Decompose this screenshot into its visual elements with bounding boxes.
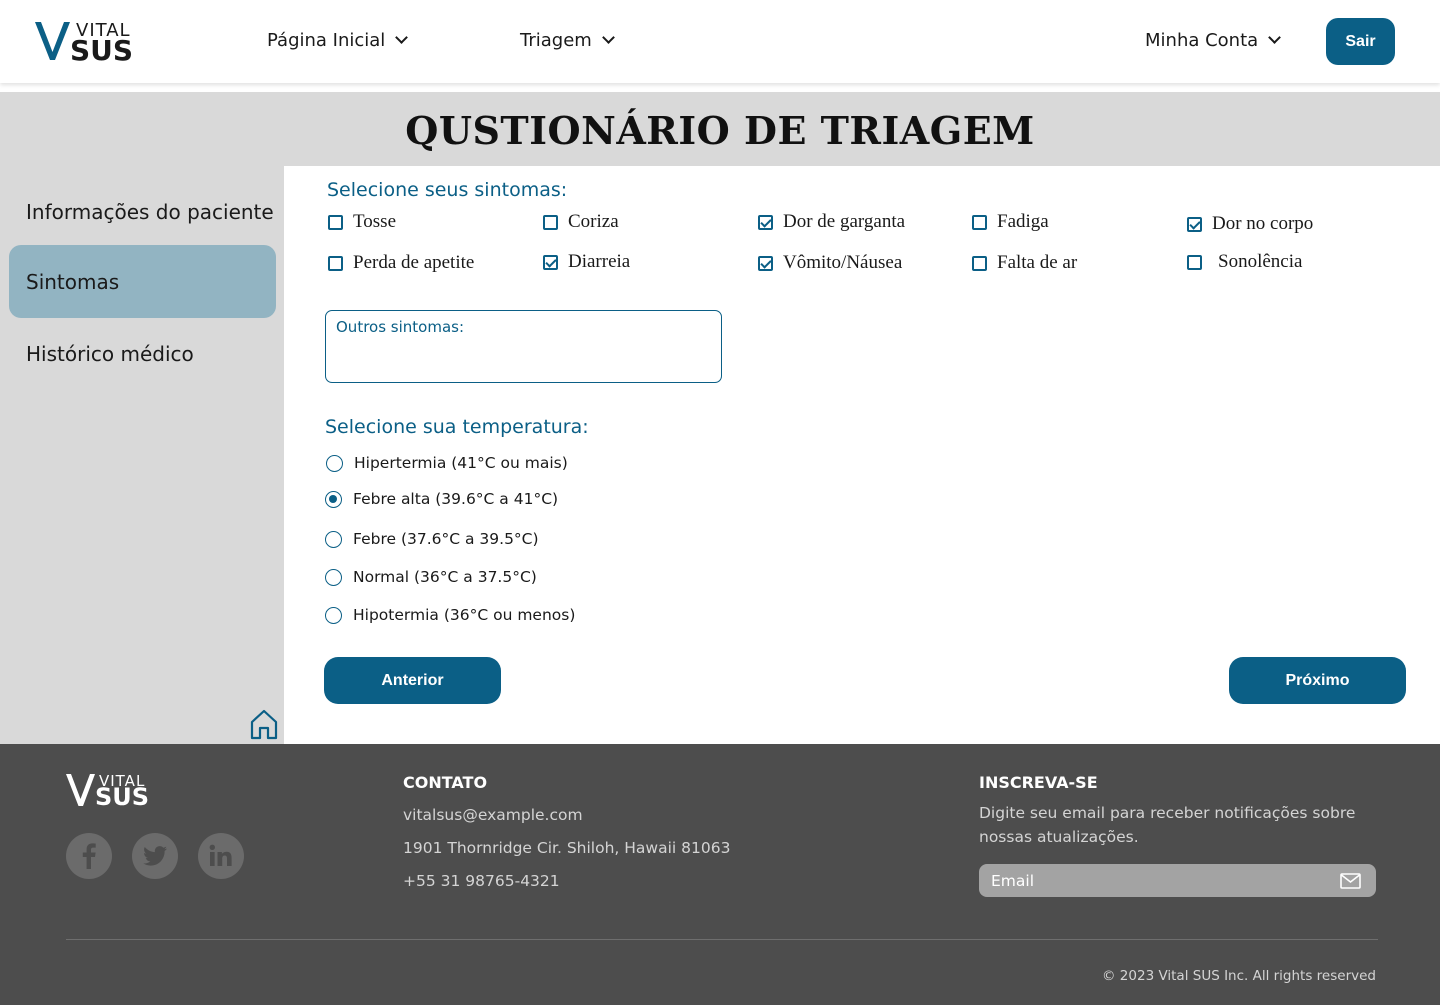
checkbox-label: Coriza bbox=[568, 211, 619, 232]
checkbox-checked-icon bbox=[1187, 216, 1202, 232]
radio-circle bbox=[325, 568, 342, 586]
footer-contact-address: 1901 Thornridge Cir. Shiloh, Hawaii 8106… bbox=[403, 839, 731, 857]
vital-sus-logo[interactable]: VITAL SUS bbox=[34, 20, 144, 67]
other-symptoms-field[interactable]: Outros sintomas: bbox=[325, 310, 722, 383]
checkbox-label: Fadiga bbox=[997, 211, 1049, 232]
chevron-down-icon bbox=[1268, 31, 1282, 44]
checkbox-label: Sonolência bbox=[1218, 251, 1303, 272]
checkbox-diarreia[interactable]: Diarreia bbox=[543, 251, 630, 273]
radio-febre[interactable]: Febre (37.6°C a 39.5°C) bbox=[325, 530, 539, 548]
checkbox-label: Falta de ar bbox=[997, 252, 1078, 273]
checkbox-coriza[interactable]: Coriza bbox=[543, 211, 619, 233]
footer-subscribe-heading: INSCREVA-SE bbox=[979, 773, 1098, 792]
previous-button[interactable]: Anterior bbox=[324, 657, 501, 704]
radio-febre-alta[interactable]: Febre alta (39.6°C a 41°C) bbox=[325, 490, 558, 508]
nav-triagem[interactable]: Triagem bbox=[520, 30, 615, 51]
checkbox-box bbox=[543, 214, 558, 230]
radio-hipotermia[interactable]: Hipotermia (36°C ou menos) bbox=[325, 606, 575, 624]
footer-logo-text-sus: SUS bbox=[95, 783, 150, 811]
home-icon[interactable] bbox=[249, 708, 279, 740]
footer-contact-phone[interactable]: +55 31 98765-4321 bbox=[403, 872, 560, 890]
footer-contact-email[interactable]: vitalsus@example.com bbox=[403, 806, 583, 824]
top-nav-bar: VITAL SUS Página Inicial Triagem Minha C… bbox=[0, 0, 1440, 83]
footer-contact-heading: CONTATO bbox=[403, 773, 488, 792]
sidebar-item-sintomas[interactable]: Sintomas bbox=[26, 270, 119, 294]
nav-pagina-inicial-label: Página Inicial bbox=[267, 30, 386, 51]
footer-logo[interactable]: VITAL SUS bbox=[65, 772, 160, 811]
radio-label: Febre alta (39.6°C a 41°C) bbox=[353, 490, 559, 508]
sidebar-item-informacoes-paciente[interactable]: Informações do paciente bbox=[26, 200, 274, 224]
linkedin-icon[interactable] bbox=[198, 833, 244, 879]
radio-hipertermia[interactable]: Hipertermia (41°C ou mais) bbox=[326, 454, 568, 472]
checkbox-box bbox=[972, 255, 987, 271]
chevron-down-icon bbox=[395, 31, 409, 44]
checkbox-label: Dor de garganta bbox=[783, 211, 906, 232]
checkbox-label: Vômito/Náusea bbox=[783, 252, 903, 273]
checkbox-tosse[interactable]: Tosse bbox=[328, 211, 396, 233]
temperature-heading: Selecione sua temperatura: bbox=[325, 416, 589, 438]
footer-divider bbox=[66, 939, 1378, 940]
chevron-down-icon bbox=[601, 31, 615, 44]
checkbox-checked-icon bbox=[543, 254, 558, 270]
checkbox-label: Perda de apetite bbox=[353, 252, 475, 273]
radio-label: Febre (37.6°C a 39.5°C) bbox=[353, 530, 539, 548]
checkbox-falta-de-ar[interactable]: Falta de ar bbox=[972, 252, 1077, 274]
checkbox-label: Dor no corpo bbox=[1212, 213, 1314, 234]
checkbox-perda-de-apetite[interactable]: Perda de apetite bbox=[328, 252, 474, 274]
checkbox-label: Diarreia bbox=[568, 251, 631, 272]
checkbox-box bbox=[328, 214, 343, 230]
logout-button[interactable]: Sair bbox=[1326, 18, 1395, 65]
checkbox-box bbox=[972, 214, 987, 230]
radio-selected-icon bbox=[325, 490, 342, 508]
radio-label: Normal (36°C a 37.5°C) bbox=[353, 568, 537, 586]
next-button[interactable]: Próximo bbox=[1229, 657, 1406, 704]
nav-pagina-inicial[interactable]: Página Inicial bbox=[267, 30, 409, 51]
checkbox-fadiga[interactable]: Fadiga bbox=[972, 211, 1049, 233]
nav-minha-conta[interactable]: Minha Conta bbox=[1145, 30, 1282, 51]
checkbox-vomito-nausea[interactable]: Vômito/Náusea bbox=[758, 252, 902, 274]
logo-v-mark-icon bbox=[35, 21, 70, 60]
radio-label: Hipotermia (36°C ou menos) bbox=[353, 606, 576, 624]
subscribe-email-input[interactable] bbox=[991, 869, 1321, 893]
radio-circle bbox=[325, 530, 342, 548]
checkbox-label: Tosse bbox=[353, 211, 397, 232]
subscribe-email-field[interactable] bbox=[979, 864, 1376, 897]
checkbox-checked-icon bbox=[758, 214, 773, 230]
nav-minha-conta-label: Minha Conta bbox=[1145, 30, 1259, 51]
twitter-icon[interactable] bbox=[132, 833, 178, 879]
radio-circle bbox=[325, 606, 342, 624]
symptoms-heading: Selecione seus sintomas: bbox=[327, 179, 568, 201]
radio-circle bbox=[326, 454, 343, 472]
twitter-glyph bbox=[143, 846, 167, 866]
other-symptoms-label: Outros sintomas: bbox=[336, 318, 465, 336]
radio-normal[interactable]: Normal (36°C a 37.5°C) bbox=[325, 568, 537, 586]
logo-text-sus: SUS bbox=[70, 34, 134, 67]
mail-icon[interactable] bbox=[1340, 873, 1361, 889]
linkedin-glyph bbox=[209, 844, 232, 866]
checkbox-box bbox=[1187, 254, 1202, 270]
footer: VITAL SUS CONTATO vitalsus@example.com 1… bbox=[0, 744, 1440, 1005]
facebook-icon[interactable] bbox=[66, 833, 112, 879]
footer-subscribe-text-line2: nossas atualizações. bbox=[979, 828, 1139, 846]
checkbox-sonolencia[interactable]: Sonolência bbox=[1187, 251, 1302, 273]
nav-triagem-label: Triagem bbox=[520, 30, 592, 51]
checkbox-checked-icon bbox=[758, 255, 773, 271]
checkbox-dor-no-corpo[interactable]: Dor no corpo bbox=[1187, 213, 1313, 235]
sidebar-item-historico-medico[interactable]: Histórico médico bbox=[26, 342, 194, 366]
radio-label: Hipertermia (41°C ou mais) bbox=[354, 454, 568, 472]
logo-v-mark-icon bbox=[66, 774, 95, 806]
other-symptoms-input[interactable] bbox=[336, 343, 711, 373]
footer-subscribe-text-line1: Digite seu email para receber notificaçõ… bbox=[979, 804, 1356, 822]
page-title: QUSTIONÁRIO DE TRIAGEM bbox=[405, 108, 1035, 153]
checkbox-dor-de-garganta[interactable]: Dor de garganta bbox=[758, 211, 905, 233]
checkbox-box bbox=[328, 255, 343, 271]
facebook-glyph bbox=[82, 843, 96, 869]
footer-copyright: © 2023 Vital SUS Inc. All rights reserve… bbox=[1102, 968, 1376, 984]
